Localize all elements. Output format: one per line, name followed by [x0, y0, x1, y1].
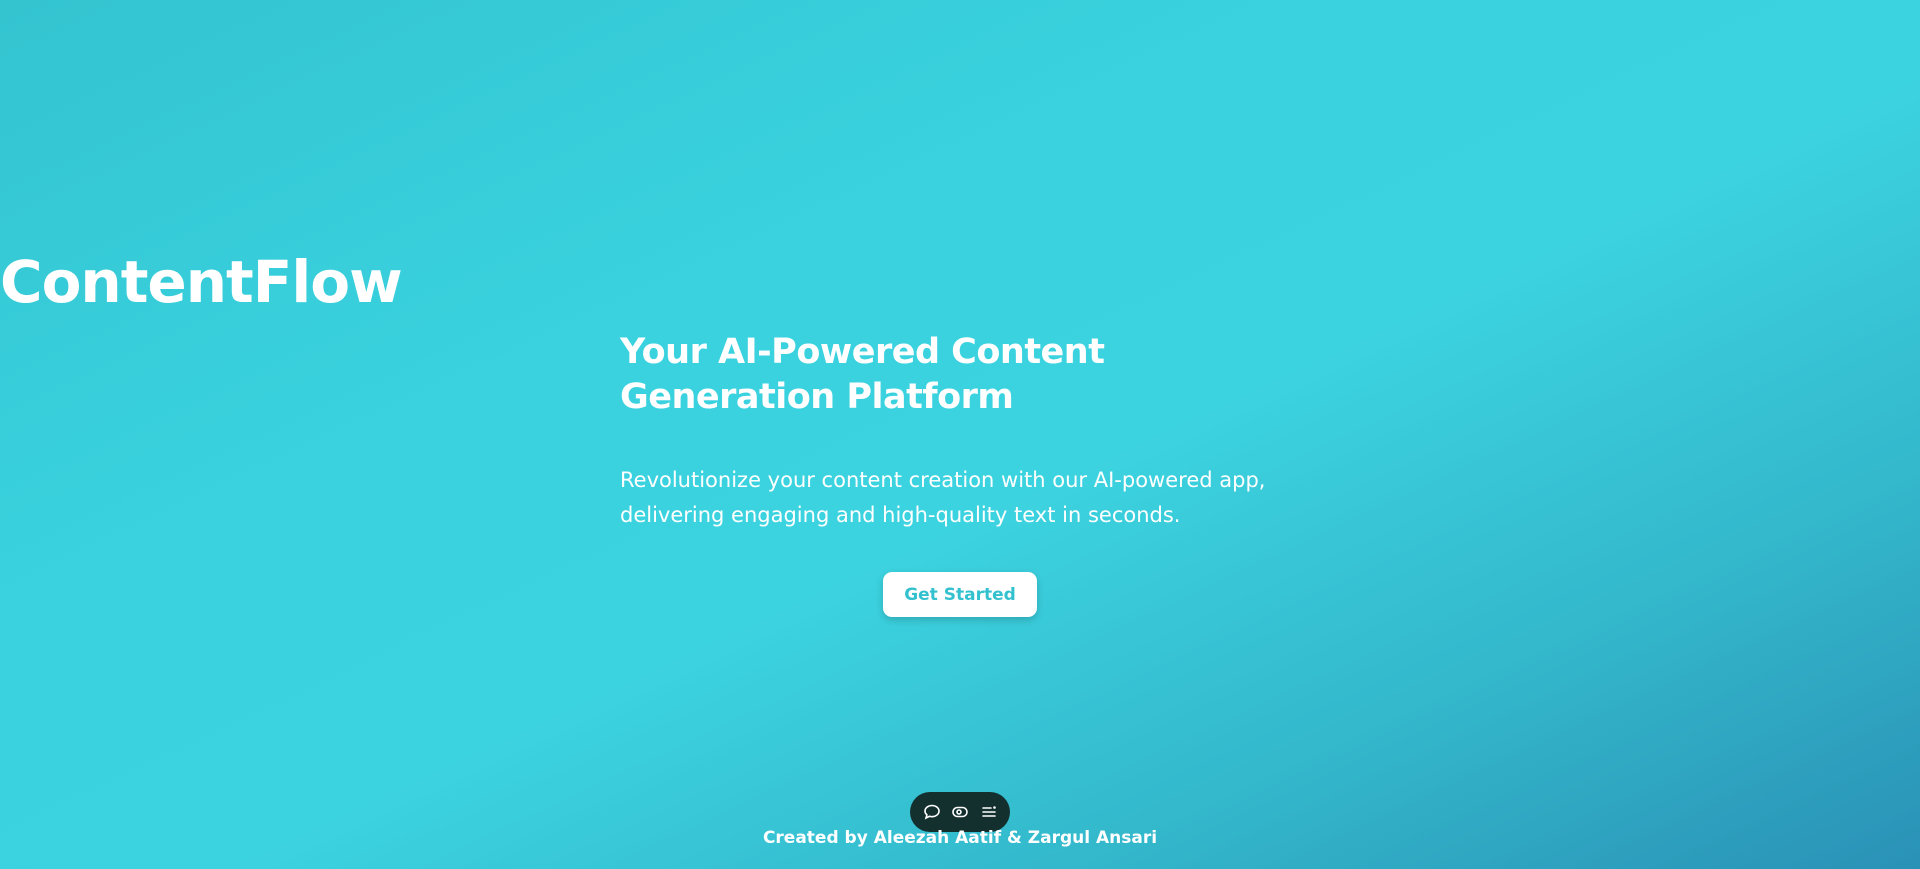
- menu-list-icon[interactable]: [978, 801, 1000, 823]
- hero-description: Revolutionize your content creation with…: [620, 468, 1266, 527]
- page-title: ContentFlow: [0, 248, 403, 316]
- get-started-button[interactable]: Get Started: [883, 572, 1037, 617]
- page-subtitle: Your AI-Powered Content Generation Platf…: [620, 332, 1105, 417]
- floating-toolbar: [910, 792, 1010, 832]
- eye-icon[interactable]: [949, 801, 971, 823]
- chat-bubble-icon[interactable]: [921, 801, 943, 823]
- footer-credit: Created by Aleezah Aatif & Zargul Ansari: [762, 828, 1158, 848]
